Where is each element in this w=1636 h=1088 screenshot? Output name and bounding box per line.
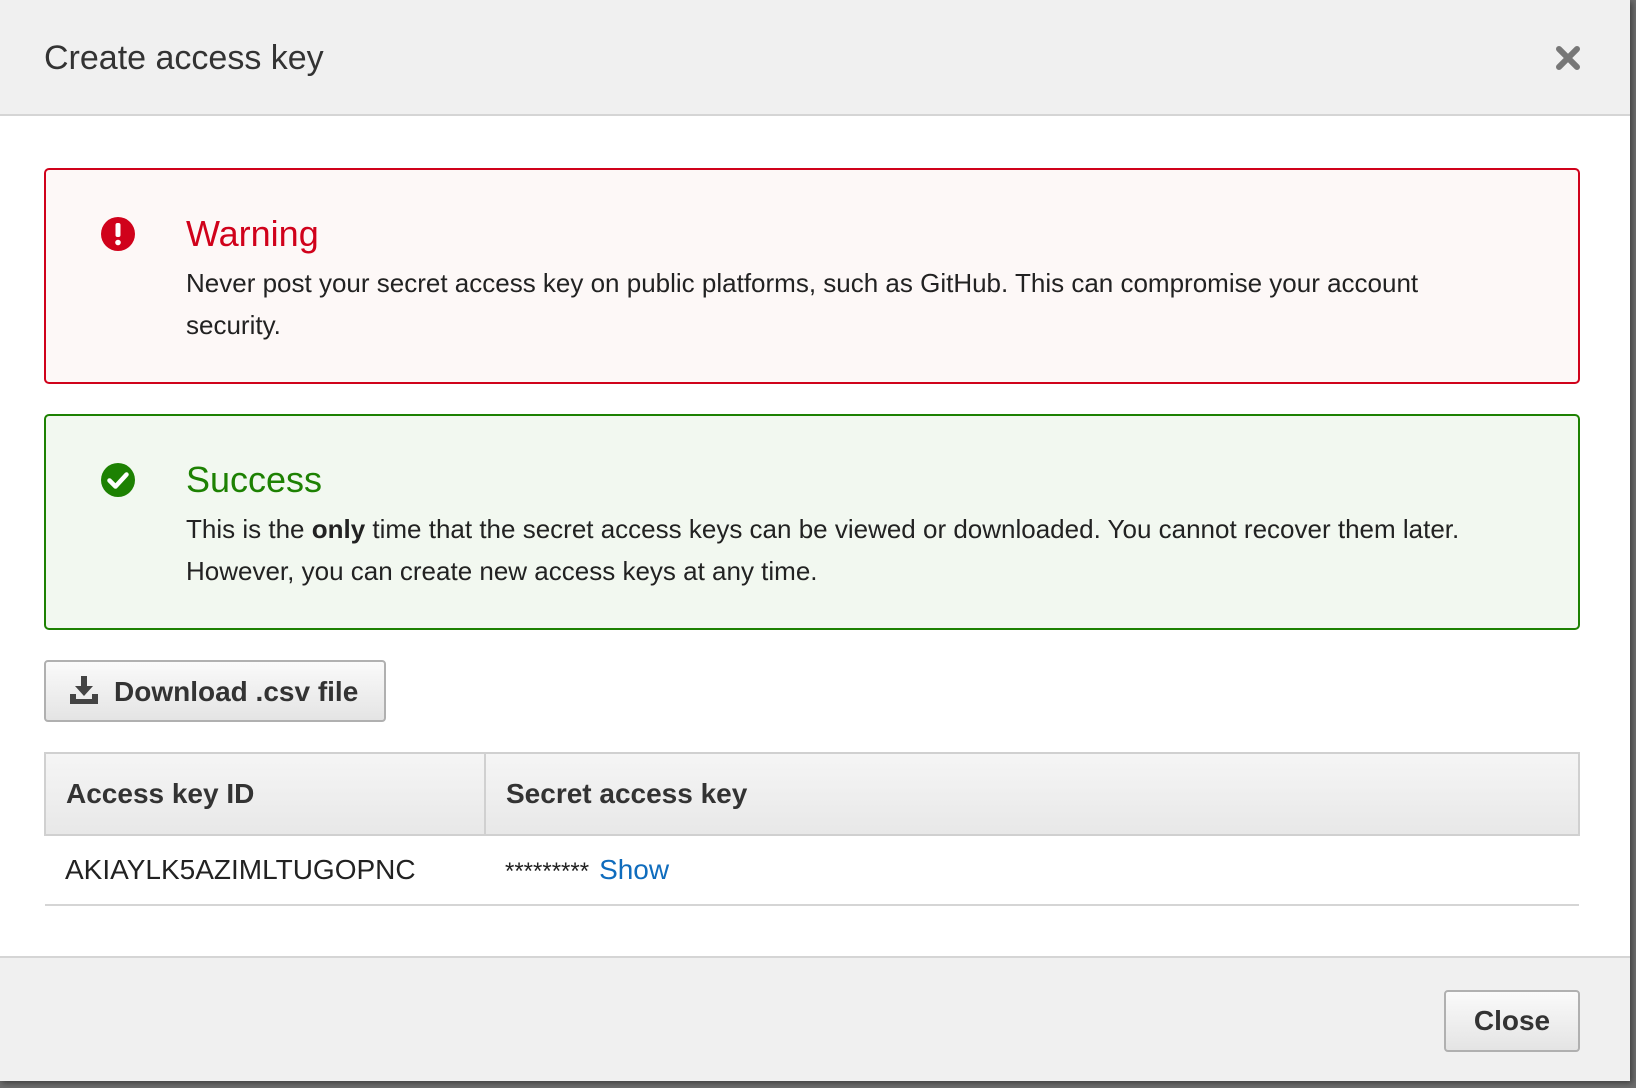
table-row: AKIAYLK5AZIMLTUGOPNC ********* Show (45, 835, 1579, 906)
download-csv-button[interactable]: Download .csv file (44, 660, 386, 722)
dialog-header: Create access key (0, 0, 1630, 116)
dialog-footer: Close (0, 956, 1630, 1081)
secret-access-key-cell: ********* Show (485, 835, 1579, 906)
download-icon (70, 676, 98, 704)
success-message-start: This is the (186, 514, 312, 544)
close-button[interactable]: Close (1444, 990, 1580, 1052)
check-circle-icon (101, 463, 135, 497)
access-key-id-value[interactable]: AKIAYLK5AZIMLTUGOPNC (45, 835, 485, 906)
create-access-key-dialog: Create access key Warning Never post you… (0, 0, 1630, 1081)
access-key-table: Access key ID Secret access key AKIAYLK5… (44, 752, 1580, 906)
warning-heading: Warning (186, 213, 319, 254)
warning-alert: Warning Never post your secret access ke… (44, 168, 1580, 384)
close-icon[interactable] (1552, 42, 1584, 74)
success-heading: Success (186, 459, 323, 500)
table-header-row: Access key ID Secret access key (44, 752, 1580, 836)
exclamation-circle-icon (101, 217, 135, 251)
column-header-access-key-id: Access key ID (44, 752, 486, 836)
column-header-secret-access-key: Secret access key (484, 752, 1580, 836)
success-message-end: time that the secret access keys can be … (186, 514, 1460, 586)
success-alert: Success This is the only time that the s… (44, 414, 1580, 630)
success-message: This is the only time that the secret ac… (186, 508, 1516, 592)
dialog-title: Create access key (44, 39, 324, 77)
secret-key-masked: ********* (505, 858, 590, 885)
download-button-label: Download .csv file (114, 676, 359, 707)
success-message-emphasis: only (311, 514, 366, 544)
warning-message: Never post your secret access key on pub… (186, 268, 1419, 340)
show-secret-link[interactable]: Show (599, 854, 669, 885)
